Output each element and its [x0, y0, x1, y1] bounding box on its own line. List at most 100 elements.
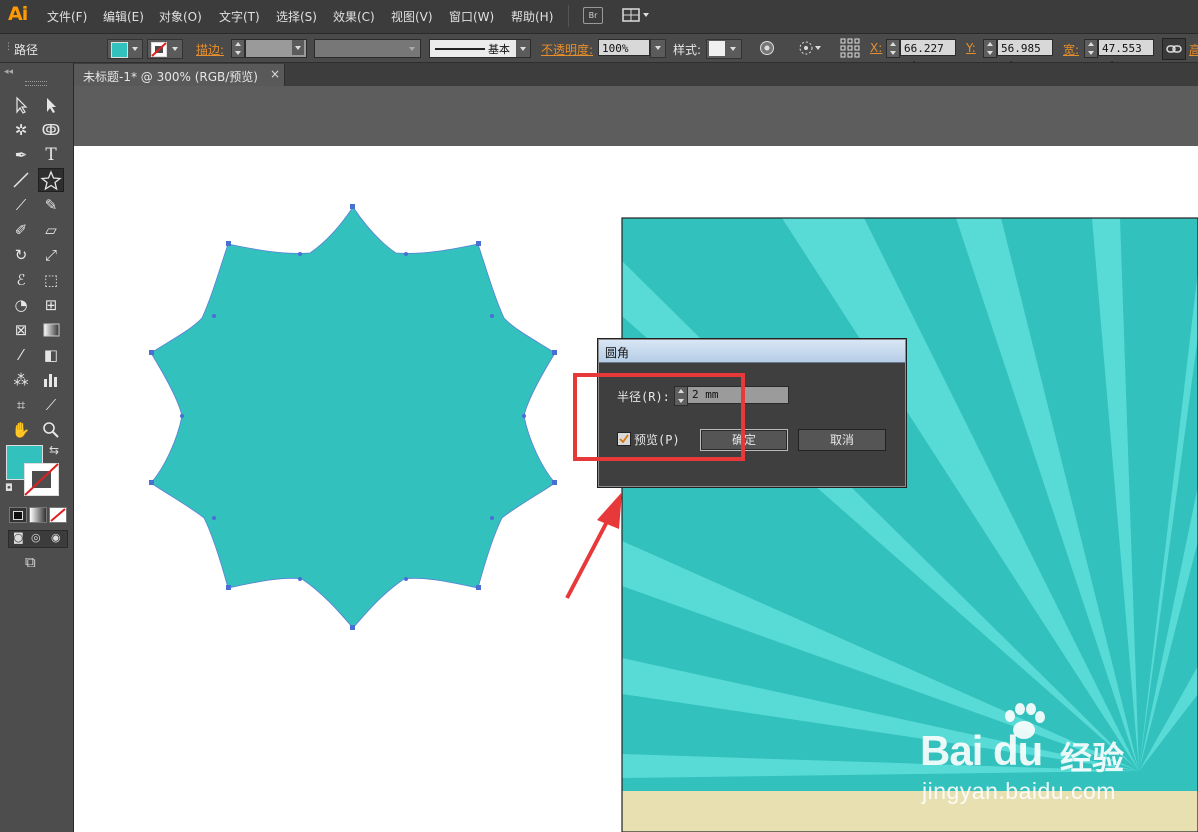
tools-panel: ◂◂ ✲ ↂ ✒ T ⟋ ✎ ✐ ▱ ↻ ⤢ ℰ ⬚ ◔ ⊞ ⊠ ⁄ ◧ ⁂ ⌗… [0, 63, 74, 832]
stroke-line-preview [435, 48, 485, 50]
warp-tool[interactable]: ℰ [10, 269, 32, 291]
y-input[interactable]: 56.985 mi [997, 39, 1053, 72]
control-bar-grip: ⋮ [4, 42, 13, 52]
eraser-tool[interactable]: ▱ [40, 219, 62, 241]
x-input[interactable]: 66.227 mi [900, 39, 956, 72]
menu-help[interactable]: 帮助(H) [511, 8, 553, 25]
chevron-down-icon [655, 46, 661, 50]
x-label[interactable]: X: [870, 41, 882, 55]
stroke-weight-stepper[interactable] [231, 39, 245, 58]
pen-icon: ✒ [14, 146, 28, 164]
magnifier-icon [43, 422, 59, 438]
reference-point-button[interactable] [840, 38, 860, 58]
dialog-titlebar[interactable]: 圆角 [599, 340, 905, 363]
stroke-label[interactable]: 描边: [196, 41, 224, 58]
recolor-icon [760, 41, 774, 55]
width-label[interactable]: 宽: [1063, 41, 1079, 58]
close-icon[interactable]: × [270, 67, 280, 81]
document-tab[interactable]: 未标题-1* @ 300% (RGB/预览) × [74, 64, 285, 86]
shape-builder-tool[interactable]: ◔ [10, 294, 32, 316]
menu-select[interactable]: 选择(S) [276, 8, 317, 25]
symbol-sprayer-icon: ⁂ [13, 371, 29, 389]
graphic-style-button[interactable] [706, 39, 742, 59]
star-tool[interactable] [38, 168, 64, 192]
document-tab-title: 未标题-1* @ 300% (RGB/预览) [83, 70, 258, 84]
eyedropper-tool[interactable]: ⁄ [10, 344, 32, 366]
draw-normal-icon[interactable]: ◙ [13, 531, 24, 544]
opacity-label[interactable]: 不透明度: [541, 41, 593, 58]
pen-tool[interactable]: ✒ [10, 144, 32, 166]
menu-view[interactable]: 视图(V) [391, 8, 433, 25]
rotate-tool[interactable]: ↻ [10, 244, 32, 266]
zoom-tool[interactable] [40, 419, 62, 441]
stroke-color-button[interactable] [147, 39, 183, 59]
pencil-tool[interactable]: ✎ [40, 194, 62, 216]
draw-behind-icon[interactable]: ◎ [31, 531, 41, 544]
warp-icon: ℰ [16, 271, 26, 289]
menu-edit[interactable]: 编辑(E) [103, 8, 144, 25]
dialog-title: 圆角 [605, 346, 630, 360]
menu-file[interactable]: 文件(F) [47, 8, 87, 25]
lasso-tool[interactable]: ↂ [40, 119, 62, 141]
slice-icon: ⟋ [45, 396, 57, 414]
arrange-documents-button[interactable] [622, 8, 650, 22]
panel-grip[interactable] [25, 81, 47, 86]
blend-tool[interactable]: ◧ [40, 344, 62, 366]
opacity-dropdown[interactable] [650, 39, 666, 58]
paintbrush-tool[interactable]: ⟋ [10, 194, 32, 216]
gradient-tool[interactable] [40, 319, 62, 341]
direct-selection-arrow-icon [47, 98, 56, 113]
blob-brush-tool[interactable]: ✐ [10, 219, 32, 241]
mesh-tool[interactable]: ⊠ [10, 319, 32, 341]
none-mode-button[interactable] [49, 507, 67, 523]
bridge-button[interactable]: Br [583, 7, 603, 24]
default-fill-stroke-icon[interactable]: ◘ [5, 483, 13, 494]
screen-mode-icon[interactable]: ⧉ [25, 553, 36, 571]
magic-wand-tool[interactable]: ✲ [10, 119, 32, 141]
stroke-color-box[interactable] [24, 463, 59, 496]
height-label[interactable]: 高 [1189, 41, 1198, 58]
select-similar-button[interactable] [798, 40, 824, 56]
perspective-grid-tool[interactable]: ⊞ [40, 294, 62, 316]
draw-inside-icon[interactable]: ◉ [51, 531, 61, 544]
menu-object[interactable]: 对象(O) [159, 8, 202, 25]
slice-tool[interactable]: ⟋ [40, 394, 62, 416]
column-graph-tool[interactable] [40, 369, 62, 391]
menu-window[interactable]: 窗口(W) [449, 8, 494, 25]
gradient-mode-button[interactable] [29, 507, 47, 523]
swap-fill-stroke-icon[interactable]: ⇆ [49, 443, 59, 457]
y-label[interactable]: Y: [966, 41, 976, 55]
variable-width-profile[interactable] [314, 39, 421, 58]
cancel-button[interactable]: 取消 [798, 429, 886, 451]
gradient-icon [43, 323, 60, 337]
no-stroke-swatch-icon [24, 463, 59, 496]
fill-color-button[interactable] [107, 39, 143, 59]
color-mode-button[interactable] [9, 507, 27, 523]
menu-effect[interactable]: 效果(C) [333, 8, 375, 25]
type-tool[interactable]: T [40, 144, 62, 166]
menu-type[interactable]: 文字(T) [219, 8, 260, 25]
direct-selection-tool[interactable] [40, 94, 62, 116]
y-stepper[interactable] [983, 39, 997, 58]
app-logo: Ai [8, 3, 28, 25]
opacity-input[interactable]: 100% [598, 39, 650, 56]
recolor-artwork-button[interactable] [759, 40, 775, 56]
x-stepper[interactable] [886, 39, 900, 58]
selection-tool[interactable] [10, 94, 32, 116]
brush-definition-dropdown[interactable]: 基本 [429, 39, 531, 58]
line-tool[interactable] [10, 169, 32, 191]
type-icon: T [45, 145, 57, 165]
select-similar-icon [799, 41, 821, 55]
star-icon [40, 170, 62, 191]
stroke-weight-dropdown[interactable] [292, 40, 304, 55]
width-stepper[interactable] [1084, 39, 1098, 58]
symbol-sprayer-tool[interactable]: ⁂ [10, 369, 32, 391]
panel-collapse-icon[interactable]: ◂◂ [4, 67, 13, 77]
scale-tool[interactable]: ⤢ [40, 244, 62, 266]
line-segment-icon [13, 172, 29, 188]
free-transform-tool[interactable]: ⬚ [40, 269, 62, 291]
constrain-proportions-button[interactable] [1162, 38, 1186, 60]
artboard-tool[interactable]: ⌗ [10, 394, 32, 416]
width-input[interactable]: 47.553 mi [1098, 39, 1154, 72]
hand-tool[interactable]: ✋ [10, 419, 32, 441]
